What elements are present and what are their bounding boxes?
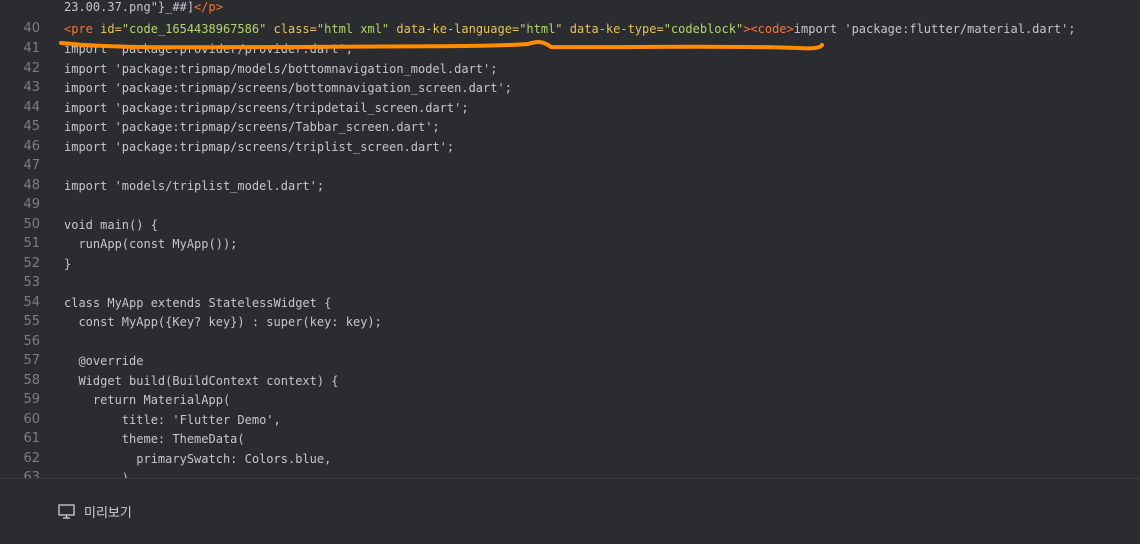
code-line-56: 56 [0, 332, 1140, 352]
class-value: "html xml" [316, 22, 390, 36]
code-line-58: 58 Widget build(BuildContext context) { [0, 371, 1140, 391]
line-number: 46 [23, 138, 40, 154]
line-content: import 'package:tripmap/screens/Tabbar_s… [64, 120, 440, 134]
line-number: 55 [23, 314, 40, 329]
language-attr: data-ke-language= [389, 22, 520, 36]
code-line-54: 54 class MyApp extends StatelessWidget { [0, 293, 1140, 313]
line-number: 47 [23, 158, 40, 173]
preview-button[interactable]: 미리보기 [58, 500, 132, 522]
line-content: ), [64, 471, 137, 478]
code-line-57: 57 @override [0, 351, 1140, 371]
line-number: 52 [23, 255, 40, 271]
language-value: "html" [519, 22, 563, 36]
id-attr: id= [92, 22, 122, 36]
line-number: 63 [23, 470, 40, 478]
line-number: 56 [23, 333, 40, 349]
partial-close-tag: </p> [194, 0, 223, 14]
line-number: 43 [23, 80, 40, 95]
code-line-47: 47 [0, 156, 1140, 176]
line-content: theme: ThemeData( [64, 432, 245, 446]
import-statement: import 'package:flutter/material.dart'; [793, 22, 1076, 36]
line-content: const MyApp({Key? key}) : super(key: key… [64, 315, 382, 329]
line-content: import 'models/triplist_model.dart'; [64, 178, 325, 193]
code-line-53: 53 [0, 273, 1140, 293]
line-number: 54 [23, 294, 40, 310]
line-number: 41 [23, 41, 40, 56]
line-content: } [64, 256, 72, 271]
code-line-41: 41 import 'package:provider/provider.dart… [0, 39, 1140, 59]
partial-line: 23.00.37.png"}_##]</p> [0, 0, 1140, 17]
type-attr: data-ke-type= [562, 22, 664, 36]
line-number: 60 [23, 411, 40, 427]
code-line-55: 55 const MyApp({Key? key}) : super(key: … [0, 312, 1140, 332]
line-number: 42 [23, 60, 40, 76]
line-content: return MaterialApp( [64, 393, 231, 407]
code-line-45: 45 import 'package:tripmap/screens/Tabbar… [0, 117, 1140, 137]
pre-open-tag: <pre [64, 22, 93, 36]
line-content: class MyApp extends StatelessWidget { [64, 295, 332, 310]
line-content: <pre id="code_1654438967586" class="html… [64, 19, 1076, 39]
code-line-43: 43 import 'package:tripmap/screens/bottom… [0, 78, 1140, 98]
line-content: import 'package:tripmap/screens/tripdeta… [64, 100, 469, 115]
line-content: import 'package:tripmap/screens/triplist… [64, 139, 455, 154]
preview-label: 미리보기 [84, 505, 132, 521]
line-content: import 'package:provider/provider.dart'; [64, 42, 353, 56]
monitor-icon [58, 503, 75, 519]
code-line-61: 61 theme: ThemeData( [0, 429, 1140, 449]
line-number: 53 [23, 275, 40, 290]
line-number: 58 [23, 372, 40, 388]
type-value: "codeblock" [663, 22, 744, 36]
line-number: 40 [23, 21, 40, 36]
code-line-52: 52} [0, 254, 1140, 274]
line-content: Widget build(BuildContext context) { [64, 373, 339, 388]
line-number: 50 [23, 216, 40, 232]
code-line-59: 59 return MaterialApp( [0, 390, 1140, 410]
line-number: 57 [23, 353, 40, 368]
code-line-40: 40 <pre id="code_1654438967586" class="h… [0, 19, 1140, 39]
line-content: runApp(const MyApp()); [64, 237, 238, 251]
line-content: title: 'Flutter Demo', [64, 412, 281, 427]
code-line-63: 63 ), [0, 468, 1140, 478]
line-number: 62 [23, 450, 40, 466]
line-number: 49 [23, 197, 40, 212]
code-line-62: 62 primarySwatch: Colors.blue, [0, 449, 1140, 469]
line-content: void main() { [64, 217, 158, 232]
line-number: 51 [23, 236, 40, 251]
code-line-60: 60 title: 'Flutter Demo', [0, 410, 1140, 430]
bottom-toolbar: 미리보기 [0, 478, 1140, 544]
line-number: 48 [23, 177, 40, 193]
line-number: 45 [23, 119, 40, 134]
code-line-44: 44 import 'package:tripmap/screens/tripde… [0, 98, 1140, 118]
code-line-42: 42 import 'package:tripmap/models/bottomn… [0, 59, 1140, 79]
id-value: "code_1654438967586" [121, 22, 267, 36]
code-line-48: 48 import 'models/triplist_model.dart'; [0, 176, 1140, 196]
line-number: 44 [23, 99, 40, 115]
line-content: import 'package:tripmap/screens/bottomna… [64, 81, 512, 95]
code-open-tag: ><code> [743, 22, 794, 36]
code-line-49: 49 [0, 195, 1140, 215]
code-line-51: 51 runApp(const MyApp()); [0, 234, 1140, 254]
partial-text: 23.00.37.png"}_##] [64, 0, 195, 14]
code-line-46: 46 import 'package:tripmap/screens/tripli… [0, 137, 1140, 157]
line-number: 61 [23, 431, 40, 446]
code-editor[interactable]: 23.00.37.png"}_##]</p> 40 <pre id="code_… [0, 0, 1140, 478]
line-content: primarySwatch: Colors.blue, [64, 451, 332, 466]
code-line-50: 50 void main() { [0, 215, 1140, 235]
line-content: @override [64, 354, 144, 368]
line-number: 59 [23, 392, 40, 407]
line-content: import 'package:tripmap/models/bottomnav… [64, 61, 498, 76]
class-attr: class= [266, 22, 317, 36]
